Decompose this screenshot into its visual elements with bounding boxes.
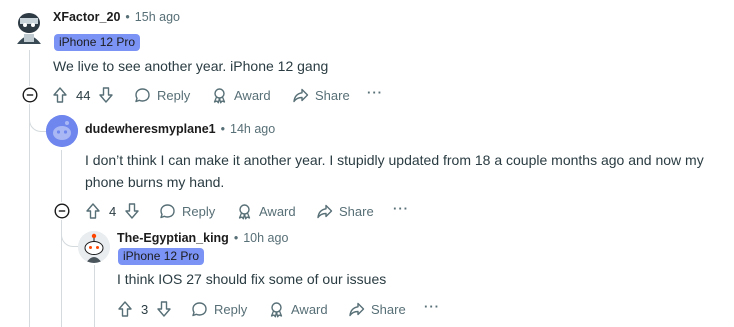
comment-timestamp[interactable]: 10h ago: [243, 231, 288, 245]
user-flair: iPhone 12 Pro: [54, 34, 141, 51]
award-icon: [270, 302, 283, 318]
downvote-button[interactable]: [98, 86, 114, 104]
thread-line-root-lower: [29, 104, 30, 327]
comment-timestamp[interactable]: 15h ago: [135, 10, 180, 24]
more-dots-icon: ···: [393, 201, 409, 216]
separator-dot: •: [125, 10, 130, 24]
avatar-dudewheresmyplane1[interactable]: [46, 115, 78, 147]
thread-line-reply2: [94, 265, 95, 327]
upvote-button[interactable]: [117, 300, 133, 318]
reply-bubble-icon: [192, 302, 207, 317]
downvote-button[interactable]: [124, 202, 140, 220]
share-arrow-icon: [317, 204, 333, 219]
downvote-arrow-icon: [157, 301, 171, 317]
separator-dot: •: [233, 231, 239, 245]
upvote-button[interactable]: [85, 202, 101, 220]
comment-body-line-1: I don’t think I can make it another year…: [85, 152, 704, 168]
award-button[interactable]: Award: [211, 87, 271, 104]
comment-body: We live to see another year. iPhone 12 g…: [53, 58, 329, 74]
reply-label: Reply: [214, 302, 248, 317]
comment-author[interactable]: The-Egyptian_king: [117, 231, 229, 245]
thread-line-reply1: [61, 150, 62, 202]
reply-button[interactable]: Reply: [191, 301, 247, 318]
more-options-button[interactable]: ···: [367, 85, 383, 100]
comment-body-line-2: phone burns my hand.: [85, 174, 225, 190]
comment-body: I think IOS 27 should fix some of our is…: [117, 271, 387, 287]
downvote-arrow-icon: [99, 87, 114, 103]
collapse-minus-icon: [22, 87, 38, 103]
upvote-arrow-icon: [53, 87, 67, 103]
avatar-xfactor[interactable]: [14, 10, 44, 44]
vote-count: 44: [76, 87, 91, 103]
upvote-arrow-icon: [86, 203, 100, 219]
downvote-button[interactable]: [156, 300, 172, 318]
share-arrow-icon: [293, 88, 309, 103]
vote-count: 3: [141, 301, 149, 317]
upvote-arrow-icon: [118, 301, 132, 317]
collapse-thread-button[interactable]: [21, 86, 39, 104]
reply-label: Reply: [182, 204, 216, 219]
share-button[interactable]: Share: [292, 87, 350, 104]
avatar-character-icon: [14, 10, 44, 44]
award-label: Award: [259, 204, 296, 219]
more-options-button[interactable]: ···: [424, 299, 440, 314]
award-icon: [238, 204, 251, 220]
reply-button[interactable]: Reply: [134, 87, 190, 104]
reply-label: Reply: [157, 88, 191, 103]
comment-author[interactable]: dudewheresmyplane1: [85, 122, 216, 136]
reply-button[interactable]: Reply: [159, 203, 215, 220]
upvote-button[interactable]: [52, 86, 68, 104]
share-label: Share: [315, 88, 350, 103]
share-label: Share: [339, 204, 374, 219]
award-icon: [213, 88, 226, 104]
award-button[interactable]: Award: [268, 301, 328, 318]
downvote-arrow-icon: [125, 203, 139, 219]
user-flair: iPhone 12 Pro: [118, 248, 205, 265]
reply-bubble-icon: [135, 88, 150, 103]
collapse-thread-button[interactable]: [53, 202, 71, 220]
award-label: Award: [234, 88, 271, 103]
separator-dot: •: [220, 122, 225, 136]
share-button[interactable]: Share: [316, 203, 374, 220]
reply-bubble-icon: [160, 204, 175, 219]
share-arrow-icon: [349, 302, 365, 317]
comment-author[interactable]: XFactor_20: [53, 10, 120, 24]
snoo-avatar-icon: [78, 231, 110, 263]
share-label: Share: [371, 302, 406, 317]
more-options-button[interactable]: ···: [393, 201, 409, 216]
snoo-avatar-icon: [46, 115, 78, 147]
comment-timestamp[interactable]: 14h ago: [230, 122, 275, 136]
avatar-the-egyptian-king[interactable]: [78, 231, 110, 263]
more-dots-icon: ···: [424, 299, 440, 314]
vote-count: 4: [109, 203, 117, 219]
collapse-minus-icon: [54, 203, 70, 219]
award-label: Award: [291, 302, 328, 317]
more-dots-icon: ···: [367, 85, 383, 100]
thread-line-root: [29, 50, 30, 86]
award-button[interactable]: Award: [236, 203, 296, 220]
share-button[interactable]: Share: [348, 301, 406, 318]
